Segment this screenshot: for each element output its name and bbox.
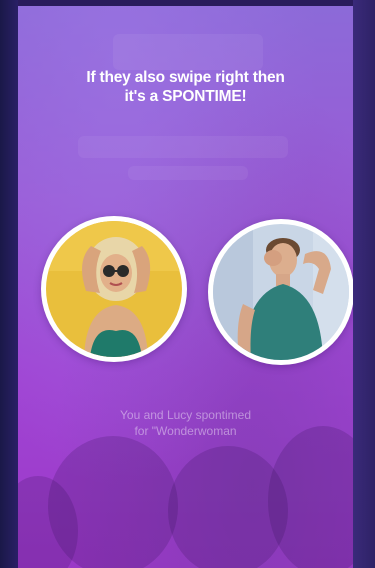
- headline-line-1: If they also swipe right then: [86, 69, 285, 86]
- screen: If they also swipe right then it's a SPO…: [0, 0, 375, 568]
- caption-line-1: You and Lucy spontimed: [120, 408, 251, 422]
- match-card: If they also swipe right then it's a SPO…: [18, 6, 353, 568]
- avatar-left[interactable]: [41, 216, 187, 362]
- headline-line-2: it's a SPONTIME!: [124, 88, 247, 105]
- avatar-left-photo: [46, 221, 182, 357]
- match-headline: If they also swipe right then it's a SPO…: [18, 68, 353, 106]
- right-edge: [353, 0, 375, 568]
- match-caption: You and Lucy spontimed for "Wonderwoman: [18, 407, 353, 439]
- avatar-right-photo: [213, 224, 349, 360]
- caption-line-2: for "Wonderwoman: [134, 424, 237, 438]
- avatar-right[interactable]: [208, 219, 353, 365]
- left-edge: [0, 0, 18, 568]
